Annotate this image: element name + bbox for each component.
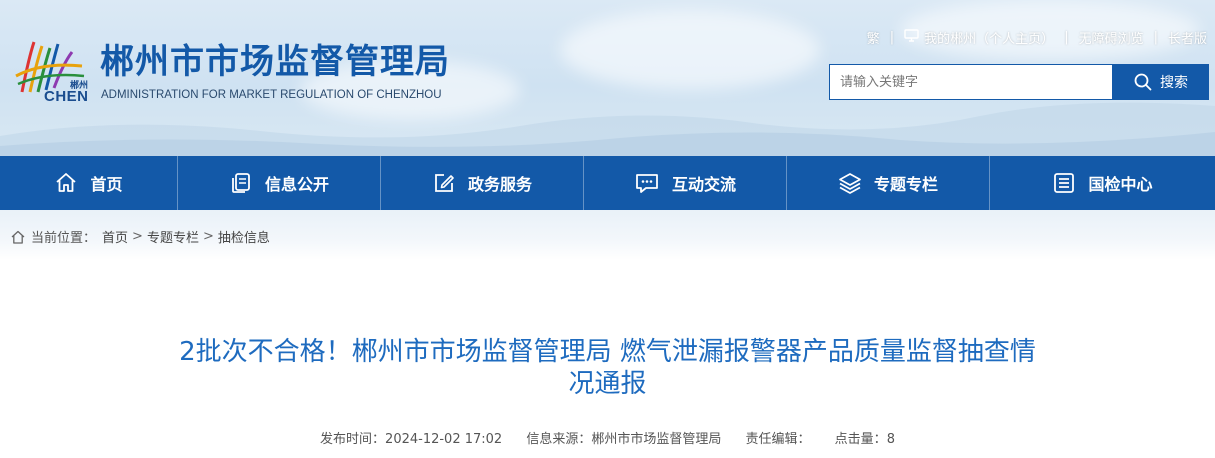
source-label: 信息来源： xyxy=(526,432,592,447)
breadcrumb-separator: > xyxy=(132,229,143,244)
clicks-count: 8 xyxy=(886,432,895,447)
search-box: 搜索 xyxy=(829,64,1209,100)
nav-item-interaction[interactable]: 互动交流 xyxy=(584,156,787,210)
publish-time-label: 发布时间： xyxy=(320,432,386,447)
logo-text: CHEN xyxy=(44,88,89,105)
nav-item-info-disclosure[interactable]: 信息公开 xyxy=(178,156,381,210)
divider: | xyxy=(1153,30,1158,45)
list-icon xyxy=(1054,173,1075,193)
site-subtitle: ADMINISTRATION FOR MARKET REGULATION OF … xyxy=(101,89,442,101)
monitor-icon xyxy=(904,29,919,46)
main-nav: 首页 信息公开 政务服务 互动交流 专题专栏 国检中心 xyxy=(0,156,1215,210)
article-title-line: 况通报 xyxy=(568,369,647,399)
search-icon xyxy=(1134,73,1152,91)
breadcrumb: 当前位置： 首页 > 专题专栏 > 抽检信息 xyxy=(10,227,270,246)
breadcrumb-bar: 当前位置： 首页 > 专题专栏 > 抽检信息 xyxy=(0,210,1215,260)
article-title: 2批次不合格！郴州市市场监督管理局 燃气泄漏报警器产品质量监督抽查情 况通报 xyxy=(100,336,1115,400)
nav-item-home[interactable]: 首页 xyxy=(0,156,178,210)
my-chenzhou-link[interactable]: 我的郴州（个人主页） xyxy=(924,28,1054,47)
documents-icon xyxy=(232,173,250,193)
elder-version-link[interactable]: 长者版 xyxy=(1168,28,1207,47)
breadcrumb-item-sampling-info[interactable]: 抽检信息 xyxy=(218,227,270,246)
editor-label: 责任编辑： xyxy=(745,432,811,447)
nav-item-label: 国检中心 xyxy=(1088,175,1153,194)
breadcrumb-separator: > xyxy=(202,229,214,244)
header-banner: 郴州 CHEN 郴州市市场监督管理局 ADMINISTRATION FOR MA… xyxy=(0,0,1215,156)
article-meta: 发布时间：2024-12-02 17:02 信息来源：郴州市市场监督管理局 责任… xyxy=(0,428,1215,447)
source: 郴州市市场监督管理局 xyxy=(591,432,722,447)
nav-item-inspection-center[interactable]: 国检中心 xyxy=(990,156,1215,210)
home-icon xyxy=(11,230,25,244)
breadcrumb-item-home[interactable]: 首页 xyxy=(102,227,128,246)
breadcrumb-item-special-topics[interactable]: 专题专栏 xyxy=(147,227,199,246)
publish-time: 2024-12-02 17:02 xyxy=(385,432,503,447)
nav-item-special-topics[interactable]: 专题专栏 xyxy=(787,156,990,210)
nav-item-gov-services[interactable]: 政务服务 xyxy=(381,156,584,210)
breadcrumb-prefix: 当前位置： xyxy=(31,231,97,246)
nav-item-label: 信息公开 xyxy=(264,175,329,194)
home-icon xyxy=(56,173,77,192)
nav-item-label: 专题专栏 xyxy=(873,175,938,194)
search-button[interactable]: 搜索 xyxy=(1113,64,1209,100)
edit-icon xyxy=(435,174,454,192)
site-title[interactable]: 郴州市市场监督管理局 xyxy=(100,40,450,84)
nav-item-label: 互动交流 xyxy=(671,175,736,194)
search-input[interactable] xyxy=(829,64,1113,100)
nav-item-label: 政务服务 xyxy=(467,175,532,194)
divider: | xyxy=(889,30,895,45)
divider: | xyxy=(1064,30,1069,45)
accessible-browsing-link[interactable]: 无障碍浏览 xyxy=(1079,28,1144,47)
search-button-label: 搜索 xyxy=(1160,75,1188,91)
chat-icon xyxy=(636,174,658,193)
top-links: 繁 | 我的郴州（个人主页） | 无障碍浏览 | 长者版 xyxy=(867,28,1207,47)
traditional-chinese-link[interactable]: 繁 xyxy=(867,28,880,47)
article-title-line: 2批次不合格！郴州市市场监督管理局 燃气泄漏报警器产品质量监督抽查情 xyxy=(179,337,1036,367)
nav-item-label: 首页 xyxy=(90,175,123,194)
clicks-label: 点击量： xyxy=(834,432,887,447)
layers-icon xyxy=(839,173,861,194)
